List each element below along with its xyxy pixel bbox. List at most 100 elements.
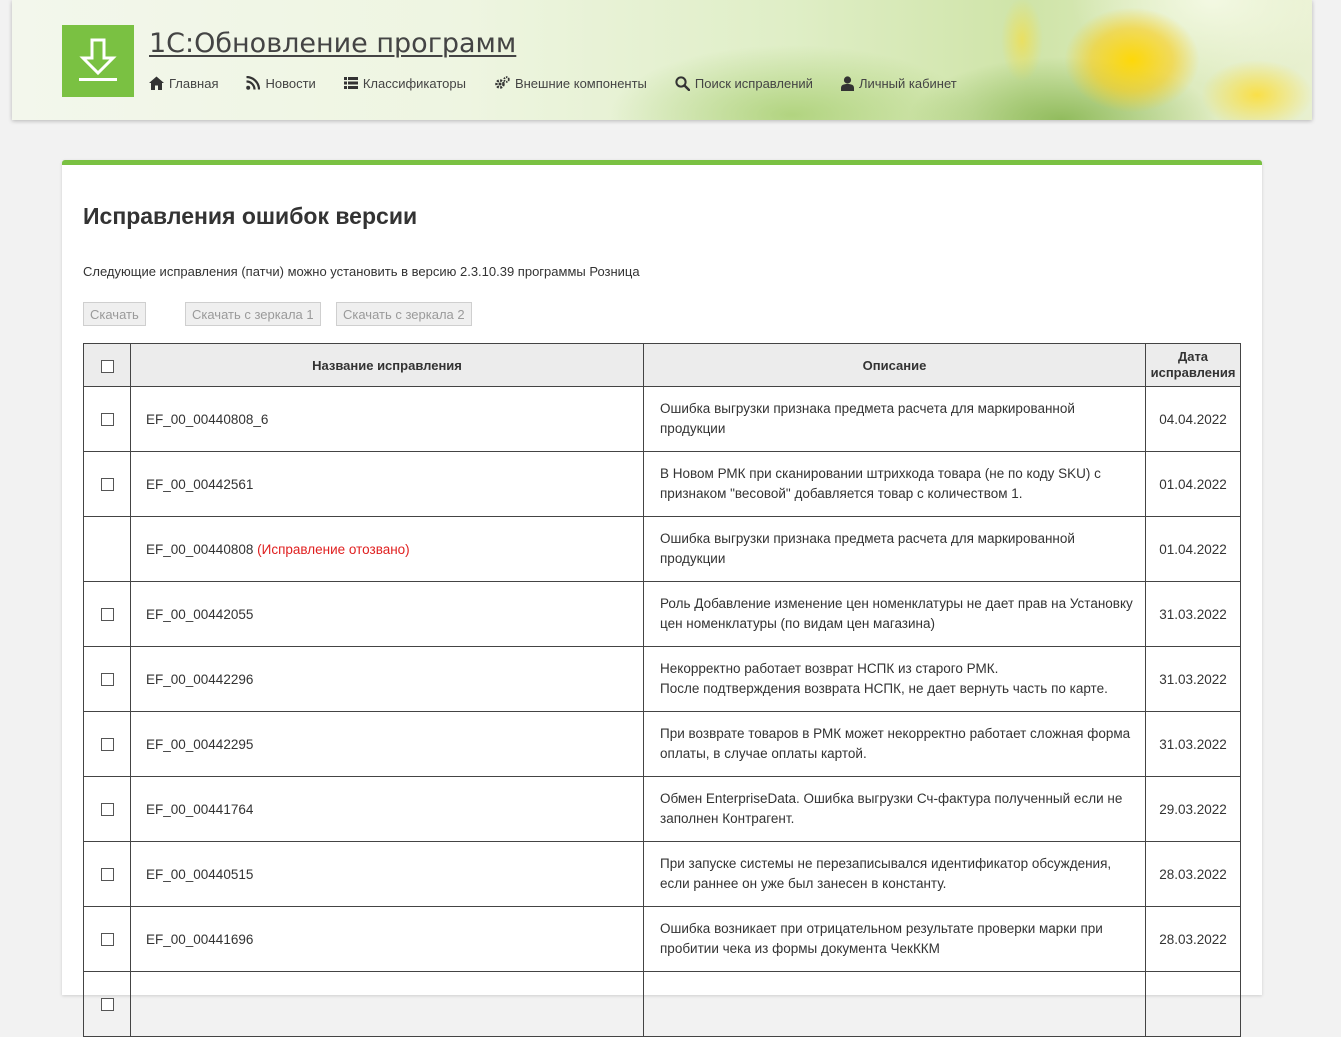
nav-classifiers[interactable]: Классификаторы <box>343 74 466 92</box>
row-select-cell <box>83 581 131 647</box>
patch-date <box>1145 971 1241 1037</box>
row-select-cell <box>83 841 131 907</box>
row-select-cell <box>83 906 131 972</box>
row-select-cell <box>83 776 131 842</box>
patch-name: EF_00_00440808 <box>146 541 254 557</box>
row-checkbox[interactable] <box>100 868 114 882</box>
download-button[interactable]: Скачать <box>83 302 146 326</box>
patch-description: Ошибка возникает при отрицательном резул… <box>643 906 1146 972</box>
list-icon <box>343 77 358 89</box>
gears-icon <box>495 76 510 89</box>
patch-name: EF_00_00440808_6 <box>146 411 269 427</box>
patch-date: 04.04.2022 <box>1145 386 1241 452</box>
patch-date: 31.03.2022 <box>1145 646 1241 712</box>
download-mirror1-button[interactable]: Скачать с зеркала 1 <box>185 302 321 326</box>
patches-table: Название исправления Описание Дата испра… <box>83 343 1241 1037</box>
patch-date: 01.04.2022 <box>1145 516 1241 582</box>
download-mirror2-button[interactable]: Скачать с зеркала 2 <box>336 302 472 326</box>
patch-date: 31.03.2022 <box>1145 581 1241 647</box>
patch-description: При запуске системы не перезаписывался и… <box>643 841 1146 907</box>
row-select-cell <box>83 386 131 452</box>
row-checkbox[interactable] <box>100 673 114 687</box>
row-checkbox[interactable] <box>100 413 114 427</box>
table-row: EF_00_00442055 Роль Добавление изменение … <box>83 581 1241 647</box>
patch-name-cell: EF_00_00442561 <box>130 451 644 517</box>
patch-name: EF_00_00442055 <box>146 606 254 622</box>
patch-name-cell: EF_00_00441764 <box>130 776 644 842</box>
row-select-cell <box>83 646 131 712</box>
patch-name-cell: EF_00_00442296 <box>130 646 644 712</box>
nav-home-label: Главная <box>169 75 219 91</box>
header-description[interactable]: Описание <box>643 343 1146 387</box>
patch-description: Обмен EnterpriseData. Ошибка выгрузки Сч… <box>643 776 1146 842</box>
patch-date: 28.03.2022 <box>1145 841 1241 907</box>
table-row: EF_00_00442295 При возврате товаров в РМК… <box>83 711 1241 777</box>
table-row: EF_00_00440808 (Исправление отозвано) Оши… <box>83 516 1241 582</box>
patch-name-cell: EF_00_00442055 <box>130 581 644 647</box>
patch-date: 29.03.2022 <box>1145 776 1241 842</box>
patch-date: 31.03.2022 <box>1145 711 1241 777</box>
table-row: EF_00_00441764 Обмен EnterpriseData. Ошиб… <box>83 776 1241 842</box>
patch-name-cell: EF_00_00440808 (Исправление отозвано) <box>130 516 644 582</box>
row-checkbox[interactable] <box>100 608 114 622</box>
patch-description: Роль Добавление изменение цен номенклату… <box>643 581 1146 647</box>
patch-description: В Новом РМК при сканировании штрихкода т… <box>643 451 1146 517</box>
select-all-cell <box>83 343 131 387</box>
nav-home[interactable]: Главная <box>149 74 218 92</box>
nav-news-label: Новости <box>265 75 316 91</box>
site-title[interactable]: 1С:Обновление программ <box>149 28 516 59</box>
nav-news[interactable]: Новости <box>246 74 316 92</box>
patch-date: 28.03.2022 <box>1145 906 1241 972</box>
table-row <box>83 971 1241 1037</box>
patch-description: При возврате товаров в РМК может некорре… <box>643 711 1146 777</box>
row-checkbox[interactable] <box>100 803 114 817</box>
rss-icon <box>246 76 261 90</box>
row-select-cell <box>83 451 131 517</box>
nav-external-components[interactable]: Внешние компоненты <box>494 74 647 92</box>
site-header: 1С:Обновление программ Главная Новости К… <box>12 0 1312 120</box>
patch-name: EF_00_00441764 <box>146 801 254 817</box>
row-select-cell <box>83 711 131 777</box>
patch-name-cell <box>130 971 644 1037</box>
user-icon <box>840 75 854 91</box>
table-row: EF_00_00440808_6 Ошибка выгрузки признака… <box>83 386 1241 452</box>
home-icon <box>149 76 164 90</box>
patch-description: Ошибка выгрузки признака предмета расчет… <box>643 516 1146 582</box>
row-checkbox[interactable] <box>100 933 114 947</box>
table-row: EF_00_00440515 При запуске системы не пер… <box>83 841 1241 907</box>
logo[interactable] <box>62 25 134 97</box>
row-select-cell <box>83 971 131 1037</box>
nav-account-label: Личный кабинет <box>858 75 957 91</box>
table-row: EF_00_00442561 В Новом РМК при сканирован… <box>83 451 1241 517</box>
patch-name: EF_00_00442295 <box>146 736 254 752</box>
patch-description: Некорректно работает возврат НСПК из ста… <box>643 646 1146 712</box>
main-nav: Главная Новости Классификаторы Внешние к… <box>149 74 985 92</box>
row-checkbox[interactable] <box>100 478 114 492</box>
row-select-cell <box>83 516 131 582</box>
table-body: EF_00_00440808_6 Ошибка выгрузки признака… <box>83 386 1241 1037</box>
revoked-note: (Исправление отозвано) <box>257 541 410 557</box>
select-all-checkbox[interactable] <box>100 359 114 373</box>
nav-account[interactable]: Личный кабинет <box>840 74 957 92</box>
patch-name-cell: EF_00_00440808_6 <box>130 386 644 452</box>
patch-name-cell: EF_00_00441696 <box>130 906 644 972</box>
patch-description: Ошибка выгрузки признака предмета расчет… <box>643 386 1146 452</box>
page-subtitle: Следующие исправления (патчи) можно уста… <box>83 264 640 279</box>
header-name[interactable]: Название исправления <box>130 343 644 387</box>
patch-name-cell: EF_00_00442295 <box>130 711 644 777</box>
nav-search-fixes-label: Поиск исправлений <box>694 75 813 91</box>
patch-name: EF_00_00442296 <box>146 671 254 687</box>
table-header-row: Название исправления Описание Дата испра… <box>83 343 1241 387</box>
patch-description <box>643 971 1146 1037</box>
table-row: EF_00_00441696 Ошибка возникает при отриц… <box>83 906 1241 972</box>
nav-search-fixes[interactable]: Поиск исправлений <box>675 74 813 92</box>
search-icon <box>675 75 690 91</box>
content-card: Исправления ошибок версии Следующие испр… <box>62 160 1262 1037</box>
header-date[interactable]: Дата исправления <box>1145 343 1241 387</box>
row-checkbox[interactable] <box>100 738 114 752</box>
patch-date: 01.04.2022 <box>1145 451 1241 517</box>
patch-name: EF_00_00442561 <box>146 476 254 492</box>
nav-classifiers-label: Классификаторы <box>362 75 466 91</box>
download-icon <box>79 38 117 81</box>
row-checkbox[interactable] <box>100 998 114 1012</box>
